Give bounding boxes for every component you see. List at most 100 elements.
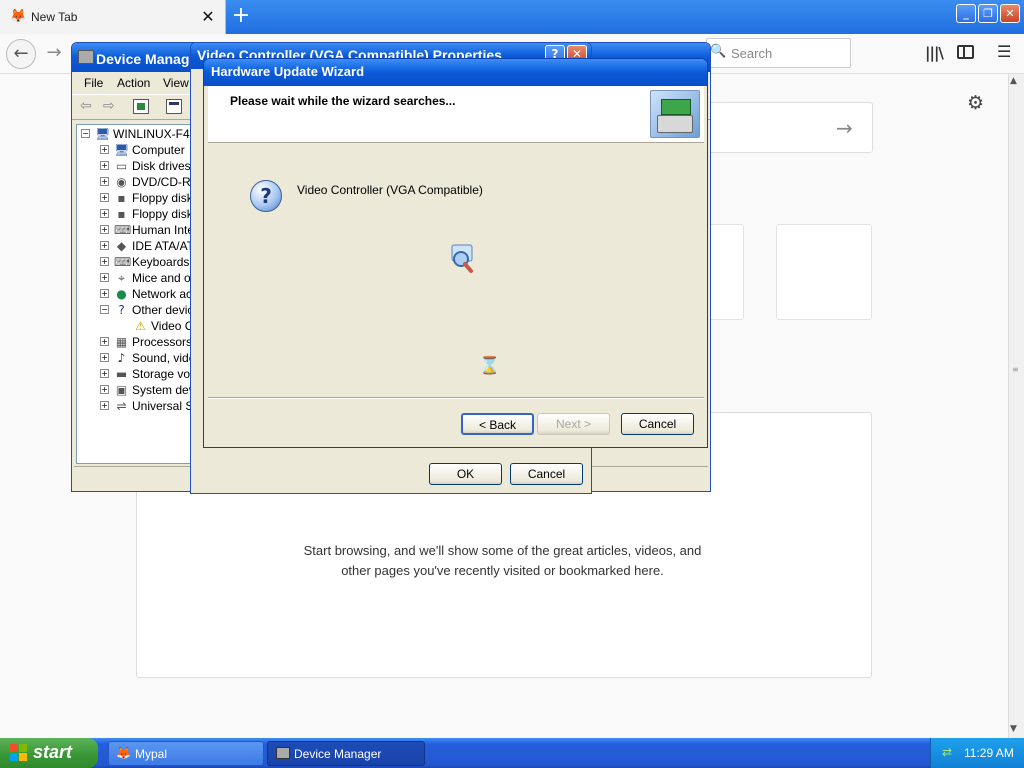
tree-expander[interactable]: − bbox=[100, 305, 109, 314]
arrow-right-icon[interactable]: → bbox=[836, 116, 853, 140]
tree-expander[interactable]: + bbox=[100, 193, 109, 202]
sidebar-icon[interactable] bbox=[957, 45, 974, 59]
device-manager-icon bbox=[78, 50, 94, 64]
tree-item[interactable]: Universal S bbox=[132, 398, 193, 414]
mypal-icon: 🦊 bbox=[116, 746, 131, 760]
clock: 11:29 AM bbox=[964, 746, 1014, 760]
menu-icon[interactable]: ☰ bbox=[997, 44, 1013, 60]
properties-icon[interactable] bbox=[133, 99, 149, 114]
floppy-icon: ▪ bbox=[117, 191, 126, 205]
cancel-button[interactable]: Cancel bbox=[621, 413, 694, 435]
tree-item[interactable]: Video C bbox=[151, 318, 193, 334]
tree-expander[interactable]: + bbox=[100, 257, 109, 266]
processor-icon: ▦ bbox=[115, 335, 128, 349]
unknown-device-icon: ? bbox=[250, 180, 282, 212]
tree-expander[interactable]: + bbox=[100, 161, 109, 170]
taskbar-item-mypal[interactable]: Mypal bbox=[108, 741, 264, 766]
tree-expander[interactable]: + bbox=[100, 273, 109, 282]
back-arrow-icon[interactable]: ⇦ bbox=[80, 98, 92, 114]
search-icon: 🔍 bbox=[710, 44, 727, 59]
tree-item[interactable]: Mice and ot bbox=[132, 270, 194, 286]
menu-action[interactable]: Action bbox=[117, 76, 150, 90]
windows-logo-icon bbox=[10, 744, 28, 762]
tab-title: New Tab bbox=[31, 10, 78, 24]
back-button[interactable]: < Back bbox=[461, 413, 534, 435]
tab-favicon-icon: 🦊 bbox=[10, 9, 27, 24]
minimize-button[interactable]: _ bbox=[956, 4, 976, 23]
tree-expander[interactable]: − bbox=[81, 129, 90, 138]
close-button[interactable]: ✕ bbox=[1000, 4, 1020, 23]
tree-item[interactable]: Computer bbox=[132, 142, 185, 158]
tree-item[interactable]: Sound, vide bbox=[132, 350, 195, 366]
scroll-thumb[interactable]: ≡ bbox=[1012, 366, 1019, 374]
forward-arrow-icon[interactable]: ⇨ bbox=[103, 98, 115, 114]
tree-expander[interactable]: + bbox=[100, 289, 109, 298]
ok-button[interactable]: OK bbox=[429, 463, 502, 485]
tree-item[interactable]: IDE ATA/AT bbox=[132, 238, 194, 254]
hardware-icon bbox=[650, 90, 700, 138]
network-tray-icon[interactable]: ⇄ bbox=[942, 745, 958, 759]
tab-close-icon[interactable]: ✕ bbox=[198, 6, 218, 28]
unknown-device-icon: ? bbox=[118, 303, 125, 317]
wizard-heading: Please wait while the wizard searches... bbox=[230, 94, 456, 108]
network-icon: ● bbox=[116, 287, 127, 301]
tree-expander[interactable]: + bbox=[100, 385, 109, 394]
device-name: Video Controller (VGA Compatible) bbox=[297, 183, 483, 197]
tree-expander[interactable]: + bbox=[100, 353, 109, 362]
search-input[interactable] bbox=[706, 38, 851, 68]
tree-item[interactable]: Storage vo bbox=[132, 366, 190, 382]
maximize-button[interactable]: ❐ bbox=[978, 4, 998, 23]
keyboard-icon: ⌨ bbox=[114, 255, 132, 269]
tree-expander[interactable]: + bbox=[100, 225, 109, 234]
device-manager-icon bbox=[276, 747, 290, 759]
tree-expander[interactable]: + bbox=[100, 177, 109, 186]
tree-expander[interactable]: + bbox=[100, 145, 109, 154]
top-site-tile[interactable] bbox=[706, 224, 744, 320]
forward-icon[interactable]: → bbox=[42, 41, 66, 65]
back-icon[interactable]: ← bbox=[6, 39, 36, 69]
tree-expander[interactable]: + bbox=[100, 337, 109, 346]
hourglass-cursor-icon: ⌛ bbox=[479, 356, 501, 376]
usb-icon: ⇌ bbox=[116, 399, 127, 413]
computer-icon: 🖥 bbox=[114, 143, 130, 157]
menu-view[interactable]: View bbox=[163, 76, 189, 90]
search-placeholder: Search bbox=[731, 46, 773, 61]
wizard-separator bbox=[208, 397, 704, 399]
top-site-tile[interactable] bbox=[776, 224, 872, 320]
scroll-up-icon[interactable]: ▲ bbox=[1010, 76, 1017, 86]
tree-expander[interactable]: + bbox=[100, 241, 109, 250]
tree-expander[interactable]: + bbox=[100, 369, 109, 378]
system-icon: ▣ bbox=[115, 383, 128, 397]
vertical-scrollbar[interactable] bbox=[1008, 74, 1024, 738]
tree-item[interactable]: Keyboards bbox=[132, 254, 189, 270]
tree-item[interactable]: Human Inte bbox=[132, 222, 194, 238]
cd-icon: ◉ bbox=[116, 175, 127, 189]
disk-icon: ▭ bbox=[115, 159, 128, 173]
tree-item[interactable]: Processors bbox=[132, 334, 192, 350]
mouse-icon: ⌖ bbox=[118, 271, 125, 285]
tree-item[interactable]: System dev bbox=[132, 382, 195, 398]
device-manager-title: Device Manager bbox=[96, 51, 203, 67]
storage-icon: ▬ bbox=[115, 367, 128, 381]
tree-expander[interactable]: + bbox=[100, 209, 109, 218]
tree-item[interactable]: Other devic bbox=[132, 302, 193, 318]
tree-item[interactable]: Disk drives bbox=[132, 158, 191, 174]
gear-icon[interactable]: ⚙ bbox=[967, 93, 987, 113]
tree-item[interactable]: Network ac bbox=[132, 286, 192, 302]
cancel-button[interactable]: Cancel bbox=[510, 463, 583, 485]
start-label: start bbox=[33, 742, 73, 762]
sound-icon: ♪ bbox=[117, 351, 126, 365]
library-icon[interactable]: |||\ bbox=[925, 44, 944, 62]
view-icon[interactable] bbox=[166, 99, 182, 114]
next-button: Next > bbox=[537, 413, 610, 435]
scroll-down-icon[interactable]: ▼ bbox=[1010, 724, 1017, 734]
ide-icon: ◆ bbox=[116, 239, 127, 253]
tree-item[interactable]: WINLINUX-F49 bbox=[113, 126, 196, 142]
taskbar-item-device-manager[interactable]: Device Manager bbox=[267, 741, 425, 766]
new-tab-button[interactable]: + bbox=[228, 5, 254, 29]
tree-item[interactable]: Floppy disk bbox=[132, 190, 193, 206]
hid-icon: ⌨ bbox=[114, 223, 132, 237]
tree-item[interactable]: Floppy disk bbox=[132, 206, 193, 222]
menu-file[interactable]: File bbox=[84, 76, 103, 90]
tree-expander[interactable]: + bbox=[100, 401, 109, 410]
